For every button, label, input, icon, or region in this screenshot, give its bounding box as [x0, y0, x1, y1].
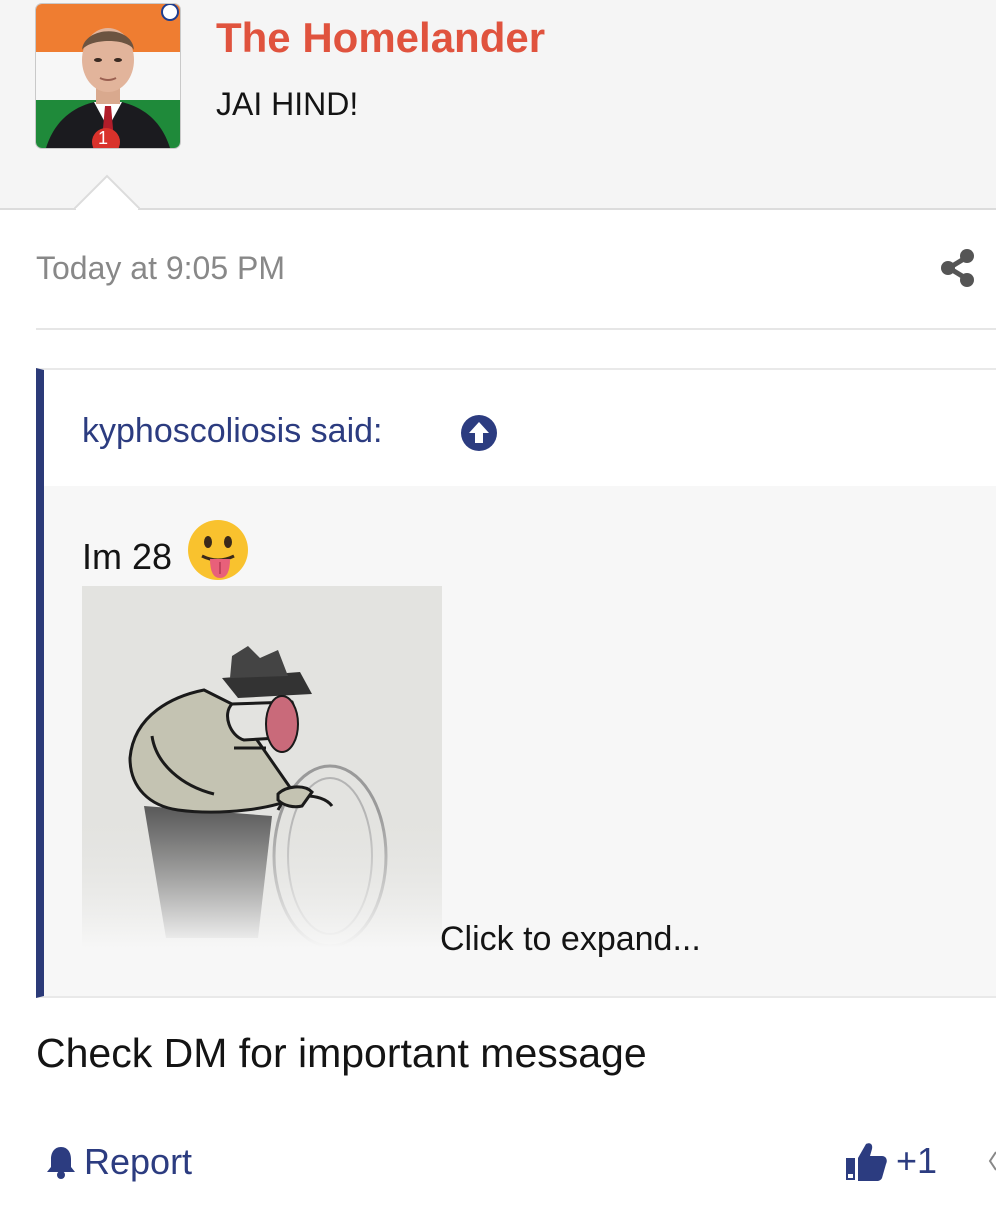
overflow-indicator — [988, 1150, 996, 1172]
avatar-image — [36, 4, 180, 148]
quote-block: kyphoscoliosis said: Im 28 Click to expa… — [36, 368, 996, 998]
report-label: Report — [84, 1141, 193, 1182]
quote-header: kyphoscoliosis said: — [44, 370, 996, 486]
avatar-badge: 1 — [98, 128, 109, 148]
header-pointer — [74, 174, 140, 210]
face-with-tongue-emoji — [186, 518, 250, 582]
author-name[interactable]: The Homelander — [216, 14, 545, 62]
quote-author-link[interactable]: kyphoscoliosis said: — [82, 412, 382, 451]
click-to-expand-link[interactable]: Click to expand... — [440, 920, 701, 959]
post-message: Check DM for important message — [36, 1030, 647, 1076]
quote-text: Im 28 — [82, 536, 173, 577]
post-timestamp[interactable]: Today at 9:05 PM — [36, 250, 285, 287]
author-avatar[interactable]: 1 — [36, 4, 180, 148]
like-button[interactable]: +1 — [844, 1138, 937, 1184]
like-count: +1 — [896, 1140, 938, 1181]
bell-icon — [44, 1144, 78, 1180]
quoted-image[interactable] — [82, 586, 442, 948]
user-title: JAI HIND! — [216, 86, 359, 122]
post-header: 1 The Homelander JAI HIND! — [0, 0, 996, 210]
arrow-up-circle-icon[interactable] — [460, 414, 498, 452]
report-button[interactable]: Report — [44, 1140, 192, 1184]
share-icon[interactable] — [938, 248, 978, 288]
post-divider — [36, 328, 996, 330]
thumbs-up-icon — [844, 1140, 888, 1182]
